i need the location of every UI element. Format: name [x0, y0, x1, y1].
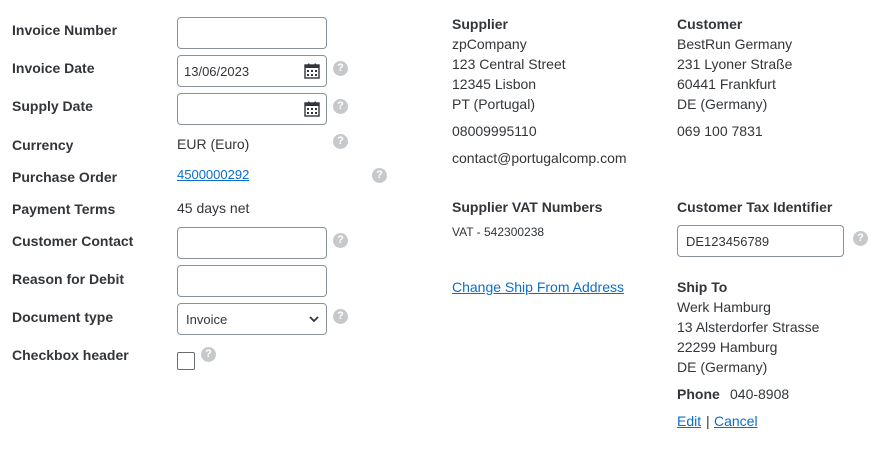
invoice-date-input[interactable]	[184, 56, 294, 86]
invoice-date-picker[interactable]	[177, 55, 327, 87]
customer-heading: Customer	[677, 16, 743, 32]
document-type-label: Document type	[12, 309, 114, 325]
reason-for-debit-label: Reason for Debit	[12, 271, 125, 287]
customer-phone: 069 100 7831	[677, 123, 763, 139]
cancel-link[interactable]: Cancel	[714, 413, 758, 429]
customer-tax-heading: Customer Tax Identifier	[677, 199, 833, 215]
currency-label: Currency	[12, 137, 74, 153]
supplier-name: zpCompany	[452, 36, 527, 52]
supplier-vat-value: VAT - 542300238	[452, 225, 545, 239]
calendar-icon[interactable]	[304, 63, 320, 79]
supply-date-input[interactable]	[184, 94, 294, 124]
supplier-country: PT (Portugal)	[452, 96, 535, 112]
ship-to-phone-value: 040-8908	[730, 386, 790, 402]
supplier-heading: Supplier	[452, 16, 509, 32]
ship-to-heading: Ship To	[677, 279, 728, 295]
payment-terms-label: Payment Terms	[12, 201, 116, 217]
purchase-order-label: Purchase Order	[12, 169, 118, 185]
checkbox-header-label: Checkbox header	[12, 347, 129, 363]
supply-date-help-icon[interactable]: ?	[333, 99, 348, 114]
ship-to-city: 22299 Hamburg	[677, 339, 778, 355]
invoice-date-help-icon[interactable]: ?	[333, 61, 348, 76]
customer-street: 231 Lyoner Straße	[677, 56, 793, 72]
customer-name: BestRun Germany	[677, 36, 793, 52]
supplier-phone: 08009995110	[452, 123, 537, 139]
customer-contact-input[interactable]	[177, 227, 327, 259]
supply-date-picker[interactable]	[177, 93, 327, 125]
payment-terms-value: 45 days net	[177, 200, 250, 216]
supplier-email: contact@portugalcomp.com	[452, 150, 627, 166]
supplier-street: 123 Central Street	[452, 56, 566, 72]
customer-city: 60441 Frankfurt	[677, 76, 776, 92]
document-type-help-icon[interactable]: ?	[333, 309, 348, 324]
invoice-number-input[interactable]	[177, 17, 327, 49]
customer-contact-label: Customer Contact	[12, 233, 134, 249]
ship-to-country: DE (Germany)	[677, 359, 768, 375]
checkbox-header-help-icon[interactable]: ?	[201, 347, 216, 362]
ship-to-name: Werk Hamburg	[677, 299, 771, 315]
document-type-selected: Invoice	[186, 312, 228, 327]
purchase-order-link[interactable]: 4500000292	[177, 167, 249, 182]
document-type-select[interactable]: Invoice	[177, 303, 327, 335]
supplier-vat-heading: Supplier VAT Numbers	[452, 199, 603, 215]
invoice-number-label: Invoice Number	[12, 22, 118, 38]
customer-tax-help-icon[interactable]: ?	[853, 231, 868, 246]
reason-for-debit-input[interactable]	[177, 265, 327, 297]
currency-help-icon[interactable]: ?	[333, 134, 348, 149]
change-ship-from-address-link[interactable]: Change Ship From Address	[452, 279, 624, 295]
ship-to-phone-label: Phone	[677, 386, 720, 402]
supply-date-label: Supply Date	[12, 98, 93, 114]
ship-to-street: 13 Alsterdorfer Strasse	[677, 319, 820, 335]
link-separator: |	[706, 413, 710, 429]
chevron-down-icon	[309, 316, 319, 323]
currency-value: EUR (Euro)	[177, 136, 250, 152]
customer-country: DE (Germany)	[677, 96, 768, 112]
customer-tax-input[interactable]	[677, 225, 844, 257]
supplier-city: 12345 Lisbon	[452, 76, 537, 92]
calendar-icon[interactable]	[304, 101, 320, 117]
purchase-order-help-icon[interactable]: ?	[372, 168, 387, 183]
edit-link[interactable]: Edit	[677, 413, 701, 429]
invoice-date-label: Invoice Date	[12, 60, 95, 76]
checkbox-header-checkbox[interactable]	[177, 352, 195, 370]
customer-contact-help-icon[interactable]: ?	[333, 233, 348, 248]
